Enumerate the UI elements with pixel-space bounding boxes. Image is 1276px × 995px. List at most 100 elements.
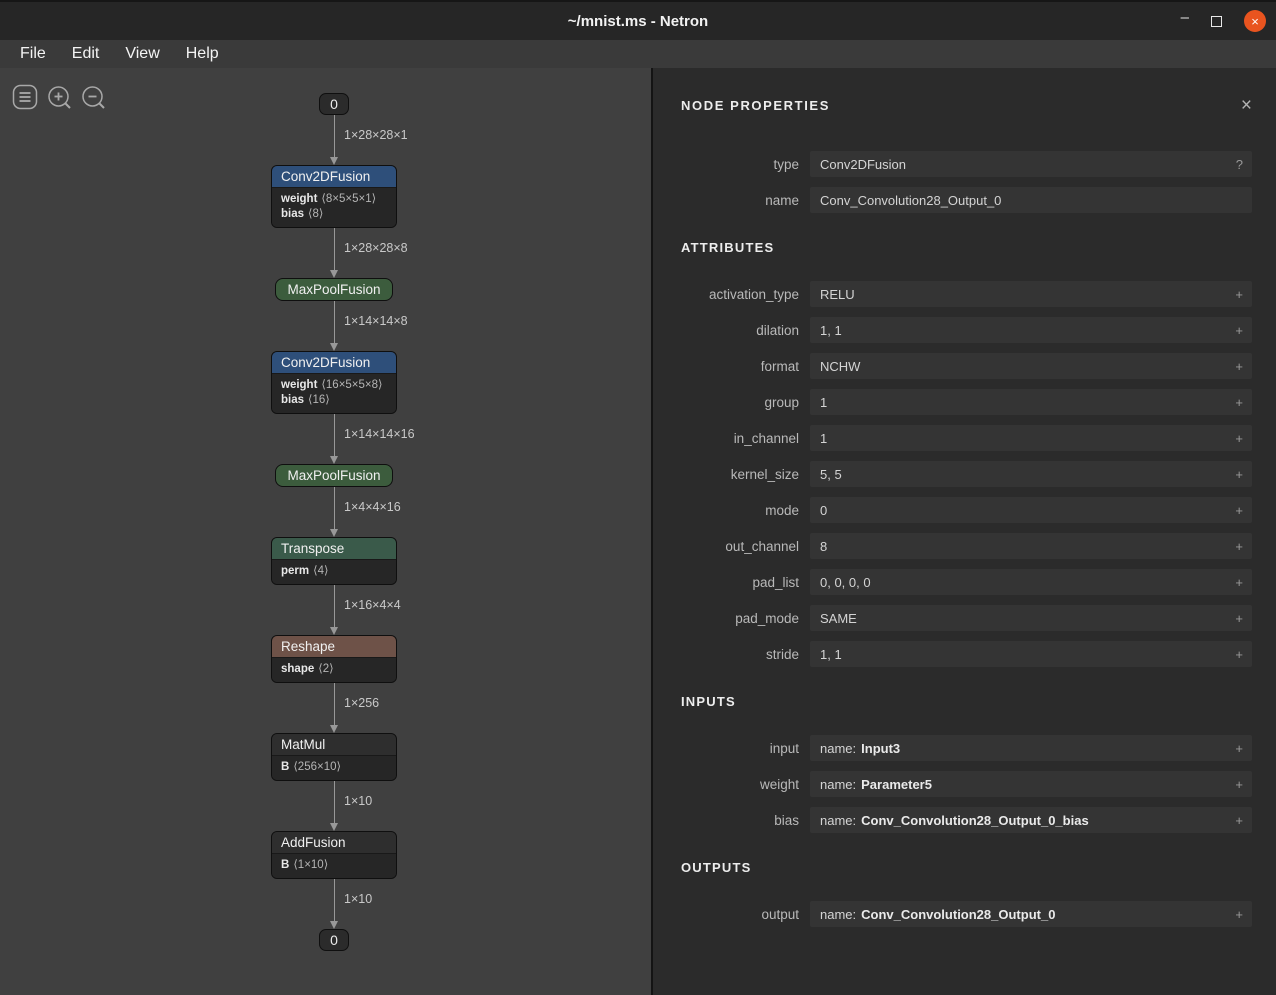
attribute-value-box[interactable]: SAME + bbox=[810, 605, 1252, 631]
tensor-shape-label: 1×28×28×8 bbox=[344, 241, 408, 255]
expand-icon[interactable]: + bbox=[1235, 647, 1243, 662]
field-value: 5, 5 bbox=[820, 467, 842, 482]
graph-toolbar bbox=[12, 84, 106, 110]
attribute-value-box[interactable]: 1, 1 + bbox=[810, 641, 1252, 667]
attribute-value-box[interactable]: 1, 1 + bbox=[810, 317, 1252, 343]
field-label: kernel_size bbox=[681, 467, 810, 482]
tensor-shape-label: 1×10 bbox=[344, 892, 372, 906]
attribute-value-box[interactable]: 1 + bbox=[810, 425, 1252, 451]
close-button[interactable]: × bbox=[1244, 10, 1266, 32]
expand-icon[interactable]: + bbox=[1235, 907, 1243, 922]
menu-icon[interactable] bbox=[12, 84, 38, 110]
menu-file[interactable]: File bbox=[7, 45, 59, 63]
expand-icon[interactable]: + bbox=[1235, 431, 1243, 446]
graph-node-conv2dfusion-1[interactable]: Conv2DFusion weight⟨8×5×5×1⟩ bias⟨8⟩ bbox=[271, 165, 397, 228]
zoom-in-icon[interactable] bbox=[47, 85, 72, 110]
input-value-box[interactable]: name: Parameter5 + bbox=[810, 771, 1252, 797]
attribute-value-box[interactable]: RELU + bbox=[810, 281, 1252, 307]
graph-node-maxpoolfusion-2[interactable]: MaxPoolFusion bbox=[275, 464, 392, 487]
tensor-shape-label: 1×4×4×16 bbox=[344, 500, 401, 514]
graph-node-reshape[interactable]: Reshape shape⟨2⟩ bbox=[271, 635, 397, 683]
attribute-value-box[interactable]: NCHW + bbox=[810, 353, 1252, 379]
attribute-row: pad_mode SAME + bbox=[681, 605, 1252, 631]
field-label: format bbox=[681, 359, 810, 374]
input-row: bias name: Conv_Convolution28_Output_0_b… bbox=[681, 807, 1252, 833]
expand-icon[interactable]: + bbox=[1235, 539, 1243, 554]
arrowhead-icon bbox=[330, 157, 338, 165]
arrowhead-icon bbox=[330, 343, 338, 351]
attribute-row: activation_type RELU + bbox=[681, 281, 1252, 307]
attribute-value-box[interactable]: 0, 0, 0, 0 + bbox=[810, 569, 1252, 595]
graph-node-maxpoolfusion-1[interactable]: MaxPoolFusion bbox=[275, 278, 392, 301]
expand-icon[interactable]: + bbox=[1235, 359, 1243, 374]
graph-node-addfusion[interactable]: AddFusion B⟨1×10⟩ bbox=[271, 831, 397, 879]
arrowhead-icon bbox=[330, 456, 338, 464]
graph-node-conv2dfusion-2[interactable]: Conv2DFusion weight⟨16×5×5×8⟩ bias⟨16⟩ bbox=[271, 351, 397, 414]
node-title: AddFusion bbox=[272, 832, 396, 853]
model-graph: 0 1×28×28×1 Conv2DFusion weight⟨8×5×5×1⟩… bbox=[271, 93, 397, 951]
tensor-shape-label: 1×10 bbox=[344, 794, 372, 808]
graph-input-node[interactable]: 0 bbox=[319, 93, 349, 115]
arrowhead-icon bbox=[330, 823, 338, 831]
graph-edge: 1×28×28×1 bbox=[271, 115, 397, 165]
attr-key: perm bbox=[281, 565, 309, 577]
field-label: group bbox=[681, 395, 810, 410]
window-title: ~/mnist.ms - Netron bbox=[568, 13, 708, 30]
node-title: Reshape bbox=[272, 636, 396, 657]
field-label: mode bbox=[681, 503, 810, 518]
field-label: dilation bbox=[681, 323, 810, 338]
name-prefix: name: bbox=[820, 741, 856, 756]
attribute-value-box[interactable]: 5, 5 + bbox=[810, 461, 1252, 487]
expand-icon[interactable]: + bbox=[1235, 741, 1243, 756]
arrowhead-icon bbox=[330, 921, 338, 929]
menu-edit[interactable]: Edit bbox=[59, 45, 113, 63]
attr-key: bias bbox=[281, 208, 304, 220]
expand-icon[interactable]: + bbox=[1235, 395, 1243, 410]
attribute-value-box[interactable]: 8 + bbox=[810, 533, 1252, 559]
graph-edge: 1×16×4×4 bbox=[271, 585, 397, 635]
tensor-shape-label: 1×16×4×4 bbox=[344, 598, 401, 612]
name-row: name Conv_Convolution28_Output_0 bbox=[681, 187, 1252, 213]
node-title: Transpose bbox=[272, 538, 396, 559]
expand-icon[interactable]: + bbox=[1235, 287, 1243, 302]
name-value-box[interactable]: Conv_Convolution28_Output_0 bbox=[810, 187, 1252, 213]
graph-node-transpose[interactable]: Transpose perm⟨4⟩ bbox=[271, 537, 397, 585]
input-row: input name: Input3 + bbox=[681, 735, 1252, 761]
attribute-value-box[interactable]: 1 + bbox=[810, 389, 1252, 415]
menu-view[interactable]: View bbox=[112, 45, 172, 63]
expand-icon[interactable]: + bbox=[1235, 611, 1243, 626]
close-icon[interactable]: × bbox=[1241, 96, 1252, 115]
field-value: NCHW bbox=[820, 359, 860, 374]
expand-icon[interactable]: + bbox=[1235, 467, 1243, 482]
attribute-value-box[interactable]: 0 + bbox=[810, 497, 1252, 523]
attribute-row: kernel_size 5, 5 + bbox=[681, 461, 1252, 487]
attr-key: weight bbox=[281, 193, 317, 205]
output-value-box[interactable]: name: Conv_Convolution28_Output_0 + bbox=[810, 901, 1252, 927]
maximize-button[interactable] bbox=[1211, 16, 1222, 27]
input-value-box[interactable]: name: Input3 + bbox=[810, 735, 1252, 761]
expand-icon[interactable]: + bbox=[1235, 813, 1243, 828]
tensor-shape-label: 1×28×28×1 bbox=[344, 128, 408, 142]
field-label: pad_list bbox=[681, 575, 810, 590]
graph-edge: 1×4×4×16 bbox=[271, 487, 397, 537]
minimize-button[interactable]: – bbox=[1181, 13, 1189, 29]
input-value-box[interactable]: name: Conv_Convolution28_Output_0_bias + bbox=[810, 807, 1252, 833]
node-title: Conv2DFusion bbox=[272, 352, 396, 373]
graph-node-matmul[interactable]: MatMul B⟨256×10⟩ bbox=[271, 733, 397, 781]
field-value: Conv2DFusion bbox=[820, 157, 906, 172]
expand-icon[interactable]: + bbox=[1235, 575, 1243, 590]
expand-icon[interactable]: + bbox=[1235, 323, 1243, 338]
expand-icon[interactable]: + bbox=[1235, 777, 1243, 792]
attr-shape: ⟨256×10⟩ bbox=[293, 761, 341, 773]
menu-help[interactable]: Help bbox=[173, 45, 232, 63]
attribute-row: in_channel 1 + bbox=[681, 425, 1252, 451]
help-icon[interactable]: ? bbox=[1236, 157, 1243, 172]
expand-icon[interactable]: + bbox=[1235, 503, 1243, 518]
output-row: output name: Conv_Convolution28_Output_0… bbox=[681, 901, 1252, 927]
zoom-out-icon[interactable] bbox=[81, 85, 106, 110]
graph-canvas[interactable]: 0 1×28×28×1 Conv2DFusion weight⟨8×5×5×1⟩… bbox=[0, 68, 651, 995]
field-label: output bbox=[681, 907, 810, 922]
graph-edge: 1×10 bbox=[271, 879, 397, 929]
graph-output-node[interactable]: 0 bbox=[319, 929, 349, 951]
type-value-box[interactable]: Conv2DFusion ? bbox=[810, 151, 1252, 177]
